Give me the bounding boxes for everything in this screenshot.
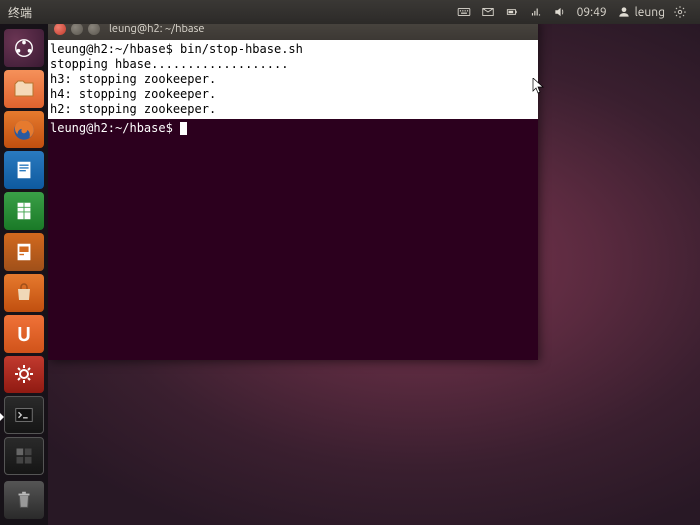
- launcher: U: [0, 24, 48, 525]
- launcher-calc[interactable]: [4, 192, 44, 230]
- launcher-ubuntu-one[interactable]: U: [4, 315, 44, 353]
- network-indicator[interactable]: [524, 0, 548, 24]
- gear-icon: [673, 5, 687, 19]
- user-icon: [617, 5, 631, 19]
- launcher-files[interactable]: [4, 70, 44, 108]
- keyboard-indicator[interactable]: [452, 0, 476, 24]
- session-user: leung: [635, 6, 665, 19]
- term-cmd: bin/stop-hbase.sh: [180, 42, 303, 56]
- term-line: h3: stopping zookeeper.: [50, 72, 538, 87]
- window-maximize-button[interactable]: [88, 23, 100, 35]
- launcher-settings[interactable]: [4, 356, 44, 394]
- terminal-current-line: leung@h2:~/hbase$: [48, 119, 538, 136]
- terminal-selection: leung@h2:~/hbase$ bin/stop-hbase.sh stop…: [48, 40, 538, 119]
- terminal-cursor: [180, 122, 187, 135]
- mouse-cursor: [532, 78, 546, 100]
- launcher-terminal[interactable]: [4, 396, 44, 434]
- clock[interactable]: 09:49: [572, 0, 612, 24]
- window-title: leung@h2: ~/hbase: [109, 23, 204, 35]
- mail-indicator[interactable]: [476, 0, 500, 24]
- sound-indicator[interactable]: [548, 0, 572, 24]
- top-panel: 终端 09:49 leung: [0, 0, 700, 24]
- battery-indicator[interactable]: [500, 0, 524, 24]
- terminal-window: leung@h2: ~/hbase leung@h2:~/hbase$ bin/…: [48, 18, 538, 360]
- launcher-dash[interactable]: [4, 29, 44, 67]
- term-line: h2: stopping zookeeper.: [50, 102, 538, 117]
- launcher-workspace[interactable]: [4, 437, 44, 475]
- launcher-trash[interactable]: [4, 481, 44, 519]
- term-line: stopping hbase...................: [50, 57, 538, 72]
- window-minimize-button[interactable]: [71, 23, 83, 35]
- launcher-writer[interactable]: [4, 151, 44, 189]
- session-menu[interactable]: leung: [612, 0, 692, 24]
- window-close-button[interactable]: [54, 23, 66, 35]
- terminal-body[interactable]: leung@h2:~/hbase$ bin/stop-hbase.sh stop…: [48, 40, 538, 360]
- term-prompt: leung@h2:~/hbase$: [50, 121, 180, 135]
- launcher-impress[interactable]: [4, 233, 44, 271]
- launcher-firefox[interactable]: [4, 111, 44, 149]
- term-line: h4: stopping zookeeper.: [50, 87, 538, 102]
- launcher-software-center[interactable]: [4, 274, 44, 312]
- panel-app-title: 终端: [8, 4, 32, 21]
- term-prompt: leung@h2:~/hbase$: [50, 42, 180, 56]
